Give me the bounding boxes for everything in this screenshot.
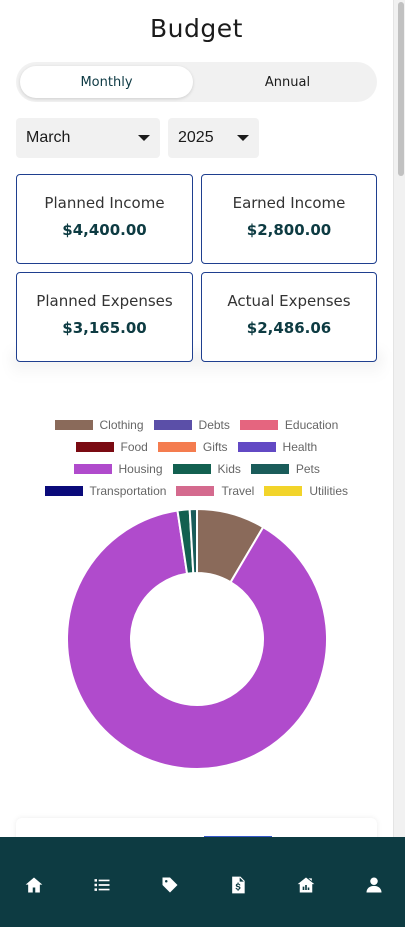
actual-expenses-card: Actual Expenses $2,486.06 [201, 272, 377, 362]
year-select[interactable]: 2025 [168, 118, 259, 158]
scrollbar-thumb[interactable] [398, 2, 404, 176]
legend-swatch [237, 442, 276, 452]
month-select[interactable]: March [16, 118, 160, 158]
legend-swatch [44, 486, 83, 496]
legend-swatch [250, 464, 289, 474]
legend-label: Gifts [202, 440, 228, 454]
legend-item[interactable]: Debts [153, 418, 230, 432]
caret-down-icon [138, 135, 150, 141]
earned-income-card: Earned Income $2,800.00 [201, 174, 377, 264]
legend-item[interactable]: Travel [176, 484, 254, 498]
card-label: Earned Income [232, 194, 346, 212]
legend-label: Transportation [89, 484, 167, 498]
annual-tab[interactable]: Annual [202, 66, 373, 98]
legend-swatch [172, 464, 211, 474]
legend-item[interactable]: Pets [250, 462, 320, 476]
legend-row: Transportation Travel Utilities [44, 484, 359, 498]
house-chart-icon [297, 877, 315, 893]
legend-label: Debts [198, 418, 230, 432]
home-icon [25, 877, 43, 893]
tag-icon [162, 877, 178, 893]
legend-label: Pets [295, 462, 320, 476]
planned-expenses-card: Planned Expenses $3,165.00 [16, 272, 193, 362]
legend-row: Food Gifts Health [75, 440, 328, 454]
legend-item[interactable]: Kids [172, 462, 241, 476]
card-value: $2,800.00 [246, 221, 332, 239]
planned-income-card: Planned Income $4,400.00 [16, 174, 193, 264]
legend-label: Travel [221, 484, 255, 498]
card-label: Planned Expenses [36, 292, 173, 310]
nav-list[interactable] [90, 873, 114, 897]
legend-item[interactable]: Health [237, 440, 318, 454]
nav-profile[interactable] [362, 873, 386, 897]
legend-item[interactable]: Food [75, 440, 148, 454]
legend-swatch [157, 442, 196, 452]
legend-swatch [75, 442, 114, 452]
legend-label: Utilities [309, 484, 349, 498]
year-select-value: 2025 [178, 129, 214, 146]
legend-swatch [73, 464, 112, 474]
legend-label: Housing [118, 462, 163, 476]
legend-item[interactable]: Gifts [157, 440, 228, 454]
nav-savings[interactable] [294, 873, 318, 897]
card-value: $4,400.00 [62, 221, 147, 239]
page-title: Budget [150, 14, 243, 43]
legend-label: Kids [217, 462, 241, 476]
bottom-navbar [0, 837, 405, 927]
legend-swatch [176, 486, 215, 496]
legend-swatch [239, 420, 278, 430]
legend-item[interactable]: Education [239, 418, 339, 432]
legend-item[interactable]: Utilities [264, 484, 348, 498]
card-value: $2,486.06 [246, 319, 332, 337]
legend-label: Education [284, 418, 339, 432]
legend-swatch [54, 420, 93, 430]
user-icon [366, 877, 382, 893]
monthly-tab[interactable]: Monthly [20, 66, 193, 98]
period-toggle: Monthly Annual [16, 62, 377, 102]
month-select-value: March [26, 129, 71, 146]
invoice-icon [232, 876, 245, 894]
legend-swatch [264, 486, 303, 496]
scrollbar[interactable] [393, 0, 405, 927]
legend-label: Food [120, 440, 148, 454]
list-icon [94, 879, 110, 891]
expenses-donut-chart [66, 508, 328, 770]
legend-item[interactable]: Clothing [54, 418, 144, 432]
legend-item[interactable]: Housing [73, 462, 163, 476]
card-value: $3,165.00 [62, 319, 147, 337]
legend-item[interactable]: Transportation [44, 484, 167, 498]
legend-label: Health [282, 440, 318, 454]
nav-bills[interactable] [226, 873, 250, 897]
legend-row: Housing Kids Pets [73, 462, 330, 476]
nav-tags[interactable] [158, 873, 182, 897]
card-label: Actual Expenses [227, 292, 351, 310]
nav-home[interactable] [22, 873, 46, 897]
legend-row: Clothing Debts Education [54, 418, 349, 432]
caret-down-icon [237, 135, 249, 141]
legend-swatch [153, 420, 192, 430]
card-label: Planned Income [44, 194, 165, 212]
legend-label: Clothing [99, 418, 144, 432]
